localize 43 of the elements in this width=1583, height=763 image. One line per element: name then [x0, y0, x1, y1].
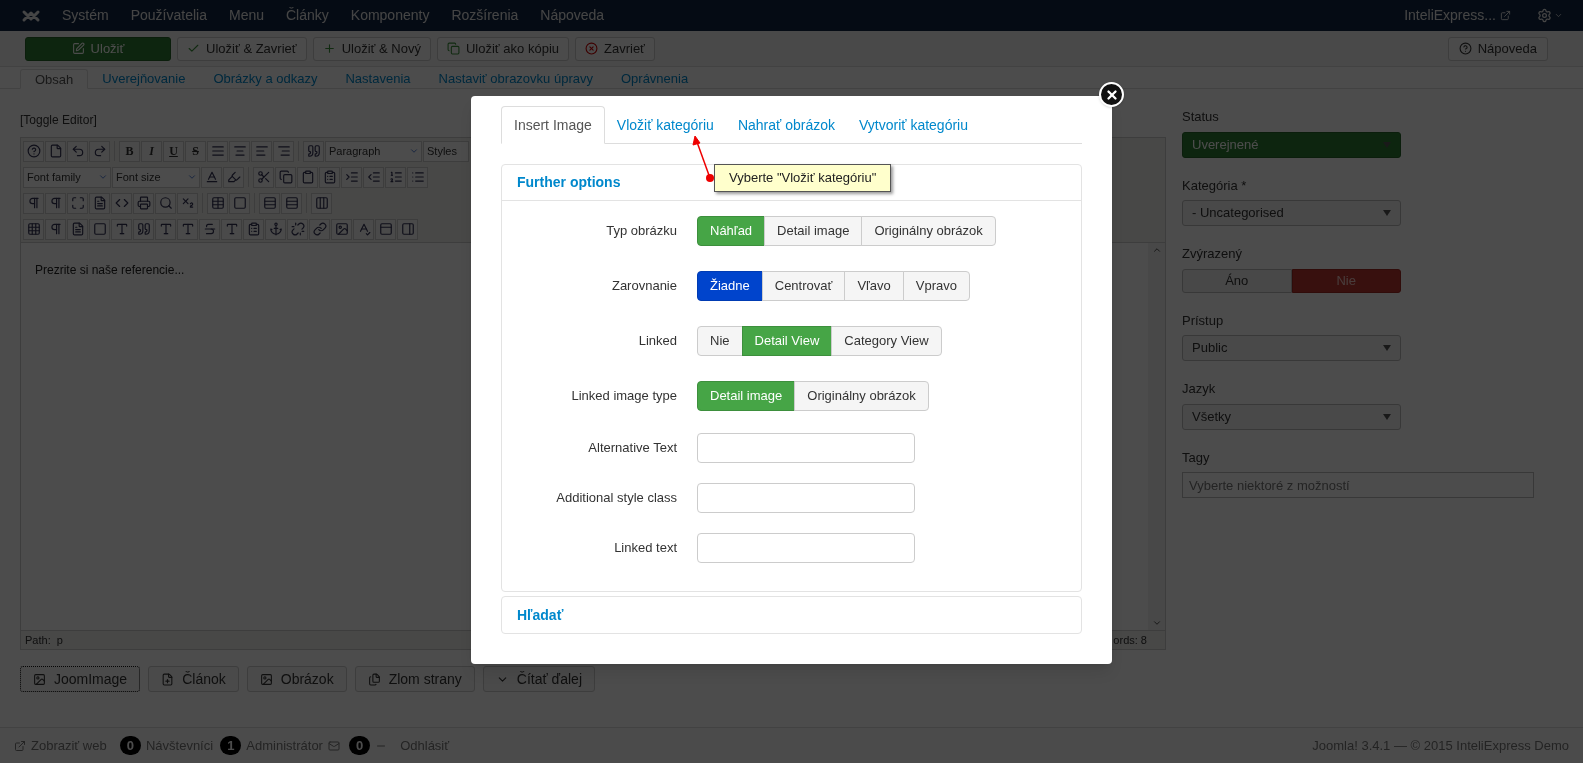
field-label: Status	[1182, 108, 1220, 126]
content-tab[interactable]: Uverejňovanie	[88, 69, 200, 89]
option-button[interactable]: Vpravo	[902, 270, 970, 301]
form-label: Linked	[637, 331, 677, 350]
option-button[interactable]: Žiadne	[697, 270, 763, 301]
field-label: Tagy	[1182, 448, 1211, 467]
option-button[interactable]: Detail image	[697, 380, 796, 411]
modal-tab[interactable]: Nahrať obrázok	[725, 106, 847, 144]
form-label: Linked text	[613, 539, 677, 558]
option-button[interactable]: Originálny obrázok	[794, 380, 929, 411]
modal-tab[interactable]: Vytvoriť kategóriu	[847, 106, 980, 144]
content-tab[interactable]: Nastavenia	[331, 69, 425, 89]
option-button[interactable]: Nie	[697, 325, 743, 356]
menu-item[interactable]: Systém	[62, 5, 109, 26]
content-tab[interactable]: Nastaviť obrazovku úpravy	[424, 69, 607, 89]
form-label: Zarovnanie	[610, 276, 677, 295]
field-label: Kategória *	[1182, 176, 1248, 195]
form-label: Alternative Text	[587, 439, 677, 458]
editor-content: Prezrite si naše referencie...	[35, 263, 185, 277]
field-label: Prístup	[1182, 311, 1225, 330]
option-button[interactable]: Vľavo	[844, 270, 904, 301]
form-label: Typ obrázku	[605, 221, 677, 240]
path-label: Path:	[25, 632, 51, 648]
menu-item[interactable]: Články	[286, 5, 329, 26]
toggle-editor-link[interactable]: [Toggle Editor]	[20, 111, 97, 129]
content-tab[interactable]: Oprávnenia	[606, 69, 703, 89]
field-label: Zvýrazený	[1182, 245, 1243, 263]
tooltip: Vyberte "Vložiť kategóriu"	[714, 164, 892, 192]
option-button[interactable]: Detail View	[741, 325, 833, 356]
field-label: Jazyk	[1182, 380, 1217, 398]
content-tab[interactable]: Obrázky a odkazy	[199, 69, 332, 89]
modal-tab[interactable]: Vložiť kategóriu	[604, 106, 726, 144]
option-button[interactable]: Centrovať	[761, 270, 846, 301]
site-link[interactable]: InteliExpress...	[1404, 5, 1496, 26]
option-button[interactable]: Originálny obrázok	[861, 215, 996, 246]
modal-tab[interactable]: Insert Image	[501, 106, 605, 144]
option-button[interactable]: Náhľad	[697, 215, 766, 246]
menu-item[interactable]: Nápoveda	[540, 5, 605, 26]
option-button[interactable]: Category View	[831, 325, 942, 356]
form-label: Additional style class	[555, 489, 677, 508]
option-button[interactable]: Detail image	[764, 215, 863, 246]
form-label: Linked image type	[570, 386, 677, 405]
panel-header[interactable]: Hľadať	[502, 597, 1081, 633]
